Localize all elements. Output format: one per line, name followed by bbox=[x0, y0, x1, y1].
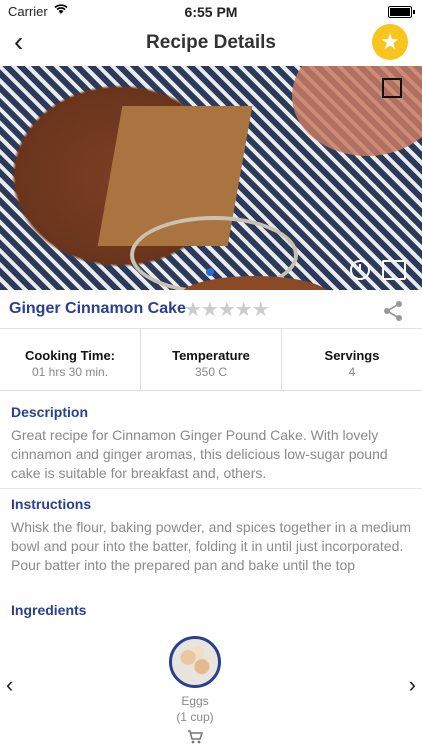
servings-value: 4 bbox=[348, 365, 356, 379]
servings-cell: Servings 4 bbox=[282, 328, 422, 390]
timer-icon[interactable] bbox=[350, 260, 370, 280]
description-body: Great recipe for Cinnamon Ginger Pound C… bbox=[11, 427, 388, 481]
instructions-title: Instructions bbox=[11, 496, 92, 512]
recipe-name: Ginger Cinnamon Cake bbox=[9, 300, 186, 317]
ingredient-item[interactable]: Eggs (1 cup) bbox=[169, 636, 221, 749]
navigation-bar: ‹ Recipe Details ★ bbox=[0, 22, 422, 64]
instructions-body: Whisk the flour, baking powder, and spic… bbox=[11, 519, 411, 573]
status-bar: Carrier 6:55 PM bbox=[0, 0, 422, 22]
cooking-time-value: 01 hrs 30 min. bbox=[31, 365, 109, 379]
recipe-info-row: Cooking Time: 01 hrs 30 min. Temperature… bbox=[0, 328, 422, 391]
ingredients-section: Ingredients bbox=[11, 602, 411, 618]
clock-time: 6:55 PM bbox=[184, 4, 238, 20]
page-title: Recipe Details bbox=[146, 32, 276, 53]
recipe-photo[interactable] bbox=[0, 66, 422, 290]
page-indicator-dot bbox=[206, 268, 214, 276]
battery-icon bbox=[388, 6, 415, 18]
photo-decoration bbox=[292, 66, 422, 156]
chevron-right-icon[interactable]: › bbox=[409, 672, 416, 698]
favorite-star-button[interactable]: ★ bbox=[372, 24, 408, 60]
select-checkbox-icon[interactable] bbox=[382, 78, 402, 98]
description-section: Description Great recipe for Cinnamon Gi… bbox=[11, 404, 411, 483]
ingredients-title: Ingredients bbox=[11, 602, 87, 618]
section-divider bbox=[0, 488, 422, 489]
ingredient-image bbox=[169, 636, 221, 688]
description-title: Description bbox=[11, 404, 89, 420]
cart-icon[interactable] bbox=[187, 730, 204, 744]
servings-label: Servings bbox=[324, 348, 380, 363]
gallery-icon[interactable] bbox=[382, 260, 406, 280]
cooking-time-label: Cooking Time: bbox=[24, 348, 116, 363]
cooking-time-cell: Cooking Time: 01 hrs 30 min. bbox=[0, 328, 141, 390]
instructions-section: Instructions Whisk the flour, baking pow… bbox=[11, 496, 411, 575]
recipe-name-row: Ginger Cinnamon Cake ★★★★★ bbox=[0, 290, 422, 329]
ingredient-quantity: (1 cup) bbox=[176, 710, 214, 724]
share-icon[interactable] bbox=[382, 300, 404, 322]
temperature-value: 350 C bbox=[194, 365, 228, 379]
temperature-label: Temperature bbox=[172, 348, 250, 363]
temperature-cell: Temperature 350 C bbox=[141, 328, 282, 390]
chevron-left-icon[interactable]: ‹ bbox=[6, 672, 13, 698]
ingredient-name: Eggs bbox=[181, 694, 209, 708]
rating-stars[interactable]: ★★★★★ bbox=[184, 297, 270, 322]
